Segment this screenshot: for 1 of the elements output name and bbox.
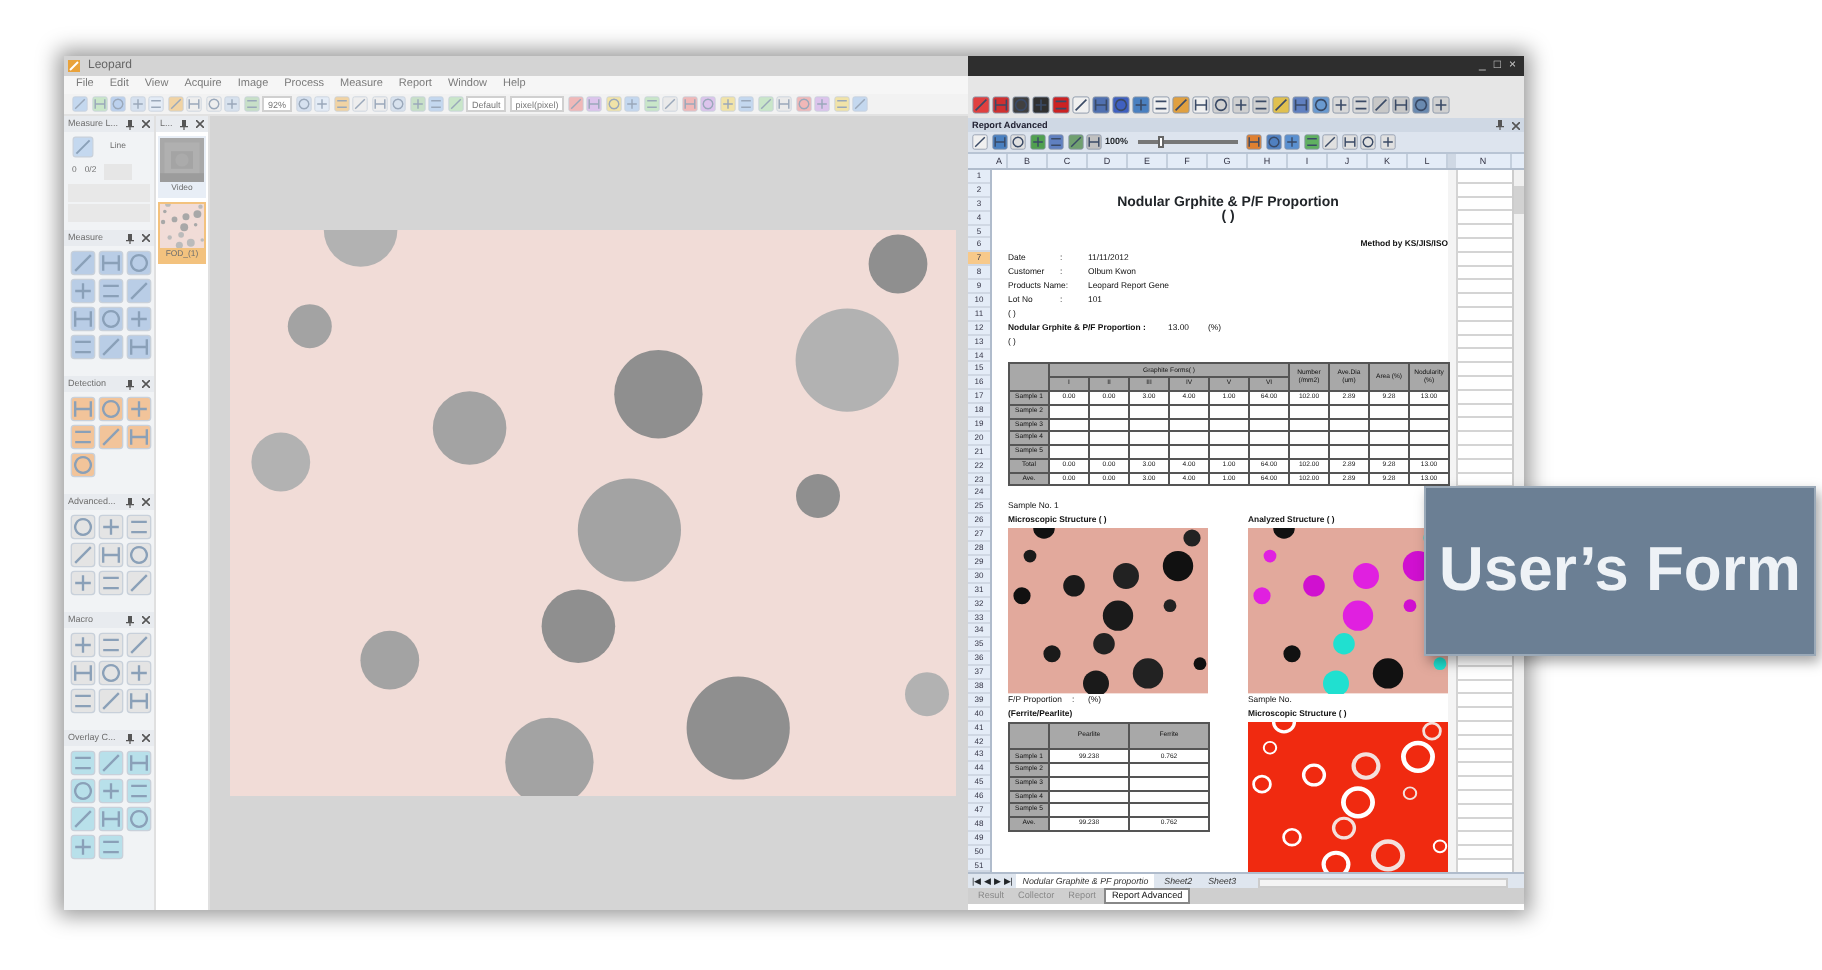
user-form-tooltip: User’s Form <box>1424 486 1816 656</box>
